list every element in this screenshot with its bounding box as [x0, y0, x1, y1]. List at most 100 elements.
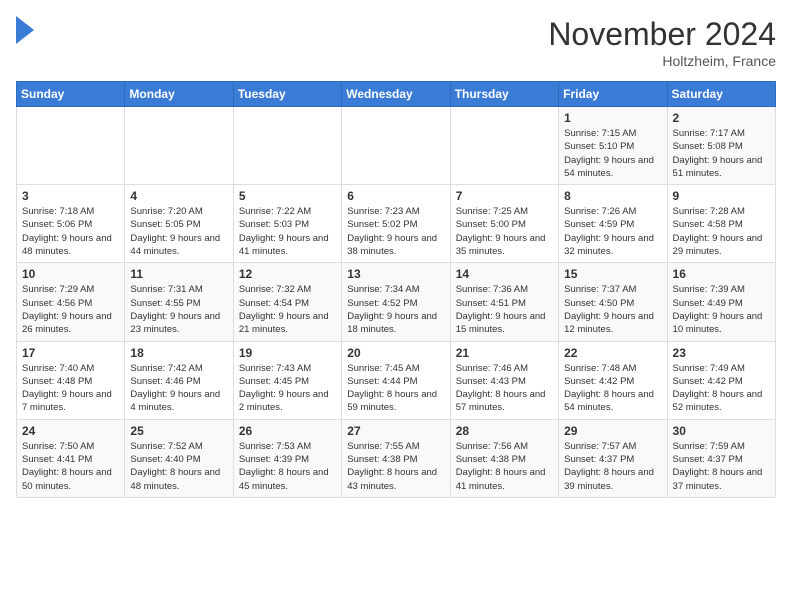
calendar-cell: 21 Sunrise: 7:46 AM Sunset: 4:43 PM Dayli…: [450, 341, 558, 419]
day-number: 19: [239, 346, 336, 360]
calendar-cell: 14Sunrise: 7:36 AM Sunset: 4:51 PM Dayli…: [450, 263, 558, 341]
calendar-cell: 23Sunrise: 7:49 AM Sunset: 4:42 PM Dayli…: [667, 341, 775, 419]
calendar-cell: 29 Sunrise: 7:57 AM Sunset: 4:37 PM Dayli…: [559, 419, 667, 497]
calendar-cell: [450, 107, 558, 185]
day-info: Sunrise: 7:26 AM Sunset: 4:59 PM Dayligh…: [564, 205, 661, 258]
day-info: Sunrise: 7:29 AM Sunset: 4:56 PM Dayligh…: [22, 283, 119, 336]
calendar-table: SundayMondayTuesdayWednesdayThursdayFrid…: [16, 81, 776, 498]
day-number: 14: [456, 267, 553, 281]
day-info: Sunrise: 7:46 AM Sunset: 4:43 PM Dayligh…: [456, 362, 553, 415]
day-info: Sunrise: 7:34 AM Sunset: 4:52 PM Dayligh…: [347, 283, 444, 336]
day-info: Sunrise: 7:37 AM Sunset: 4:50 PM Dayligh…: [564, 283, 661, 336]
day-number: 4: [130, 189, 227, 203]
calendar-cell: 3Sunrise: 7:18 AM Sunset: 5:06 PM Daylig…: [17, 185, 125, 263]
calendar-cell: 4 Sunrise: 7:20 AM Sunset: 5:05 PM Daylig…: [125, 185, 233, 263]
day-info: Sunrise: 7:23 AM Sunset: 5:02 PM Dayligh…: [347, 205, 444, 258]
day-info: Sunrise: 7:39 AM Sunset: 4:49 PM Dayligh…: [673, 283, 770, 336]
calendar-cell: 30Sunrise: 7:59 AM Sunset: 4:37 PM Dayli…: [667, 419, 775, 497]
day-number: 20: [347, 346, 444, 360]
day-number: 7: [456, 189, 553, 203]
day-number: 16: [673, 267, 770, 281]
day-header-saturday: Saturday: [667, 82, 775, 107]
day-number: 10: [22, 267, 119, 281]
day-number: 22: [564, 346, 661, 360]
calendar-cell: 11 Sunrise: 7:31 AM Sunset: 4:55 PM Dayli…: [125, 263, 233, 341]
calendar-week-row: 24 Sunrise: 7:50 AM Sunset: 4:41 PM Dayli…: [17, 419, 776, 497]
calendar-cell: 19 Sunrise: 7:43 AM Sunset: 4:45 PM Dayli…: [233, 341, 341, 419]
day-number: 21: [456, 346, 553, 360]
logo: General Blue: [16, 16, 34, 44]
day-number: 2: [673, 111, 770, 125]
calendar-cell: [17, 107, 125, 185]
day-info: Sunrise: 7:31 AM Sunset: 4:55 PM Dayligh…: [130, 283, 227, 336]
day-info: Sunrise: 7:22 AM Sunset: 5:03 PM Dayligh…: [239, 205, 336, 258]
day-number: 26: [239, 424, 336, 438]
day-header-friday: Friday: [559, 82, 667, 107]
calendar-cell: [125, 107, 233, 185]
day-number: 11: [130, 267, 227, 281]
day-number: 27: [347, 424, 444, 438]
day-number: 12: [239, 267, 336, 281]
day-info: Sunrise: 7:43 AM Sunset: 4:45 PM Dayligh…: [239, 362, 336, 415]
calendar-cell: 22 Sunrise: 7:48 AM Sunset: 4:42 PM Dayli…: [559, 341, 667, 419]
calendar-cell: 8 Sunrise: 7:26 AM Sunset: 4:59 PM Daylig…: [559, 185, 667, 263]
day-number: 15: [564, 267, 661, 281]
day-number: 28: [456, 424, 553, 438]
day-number: 30: [673, 424, 770, 438]
day-number: 25: [130, 424, 227, 438]
day-number: 5: [239, 189, 336, 203]
page-header: General Blue November 2024 Holtzheim, Fr…: [16, 16, 776, 69]
day-number: 24: [22, 424, 119, 438]
day-info: Sunrise: 7:45 AM Sunset: 4:44 PM Dayligh…: [347, 362, 444, 415]
day-info: Sunrise: 7:57 AM Sunset: 4:37 PM Dayligh…: [564, 440, 661, 493]
day-header-thursday: Thursday: [450, 82, 558, 107]
day-info: Sunrise: 7:52 AM Sunset: 4:40 PM Dayligh…: [130, 440, 227, 493]
day-header-wednesday: Wednesday: [342, 82, 450, 107]
day-info: Sunrise: 7:53 AM Sunset: 4:39 PM Dayligh…: [239, 440, 336, 493]
day-number: 6: [347, 189, 444, 203]
calendar-cell: 16 Sunrise: 7:39 AM Sunset: 4:49 PM Dayli…: [667, 263, 775, 341]
calendar-cell: 17Sunrise: 7:40 AM Sunset: 4:48 PM Dayli…: [17, 341, 125, 419]
day-header-tuesday: Tuesday: [233, 82, 341, 107]
day-info: Sunrise: 7:20 AM Sunset: 5:05 PM Dayligh…: [130, 205, 227, 258]
calendar-cell: 12 Sunrise: 7:32 AM Sunset: 4:54 PM Dayli…: [233, 263, 341, 341]
calendar-cell: 2 Sunrise: 7:17 AM Sunset: 5:08 PM Daylig…: [667, 107, 775, 185]
calendar-week-row: 17Sunrise: 7:40 AM Sunset: 4:48 PM Dayli…: [17, 341, 776, 419]
day-number: 29: [564, 424, 661, 438]
calendar-cell: 28Sunrise: 7:56 AM Sunset: 4:38 PM Dayli…: [450, 419, 558, 497]
day-info: Sunrise: 7:40 AM Sunset: 4:48 PM Dayligh…: [22, 362, 119, 415]
calendar-week-row: 3Sunrise: 7:18 AM Sunset: 5:06 PM Daylig…: [17, 185, 776, 263]
day-header-sunday: Sunday: [17, 82, 125, 107]
calendar-cell: 6 Sunrise: 7:23 AM Sunset: 5:02 PM Daylig…: [342, 185, 450, 263]
calendar-cell: 27 Sunrise: 7:55 AM Sunset: 4:38 PM Dayli…: [342, 419, 450, 497]
calendar-cell: 10 Sunrise: 7:29 AM Sunset: 4:56 PM Dayli…: [17, 263, 125, 341]
day-number: 18: [130, 346, 227, 360]
calendar-cell: 1 Sunrise: 7:15 AM Sunset: 5:10 PM Daylig…: [559, 107, 667, 185]
day-info: Sunrise: 7:15 AM Sunset: 5:10 PM Dayligh…: [564, 127, 661, 180]
day-header-monday: Monday: [125, 82, 233, 107]
day-info: Sunrise: 7:17 AM Sunset: 5:08 PM Dayligh…: [673, 127, 770, 180]
calendar-cell: 26 Sunrise: 7:53 AM Sunset: 4:39 PM Dayli…: [233, 419, 341, 497]
calendar-week-row: 10 Sunrise: 7:29 AM Sunset: 4:56 PM Dayli…: [17, 263, 776, 341]
calendar-cell: 24 Sunrise: 7:50 AM Sunset: 4:41 PM Dayli…: [17, 419, 125, 497]
calendar-cell: 25 Sunrise: 7:52 AM Sunset: 4:40 PM Dayli…: [125, 419, 233, 497]
day-number: 1: [564, 111, 661, 125]
day-info: Sunrise: 7:49 AM Sunset: 4:42 PM Dayligh…: [673, 362, 770, 415]
title-block: November 2024 Holtzheim, France: [548, 16, 776, 69]
day-number: 13: [347, 267, 444, 281]
day-info: Sunrise: 7:50 AM Sunset: 4:41 PM Dayligh…: [22, 440, 119, 493]
calendar-cell: 18Sunrise: 7:42 AM Sunset: 4:46 PM Dayli…: [125, 341, 233, 419]
day-info: Sunrise: 7:55 AM Sunset: 4:38 PM Dayligh…: [347, 440, 444, 493]
month-title: November 2024: [548, 16, 776, 53]
calendar-cell: [342, 107, 450, 185]
calendar-week-row: 1 Sunrise: 7:15 AM Sunset: 5:10 PM Daylig…: [17, 107, 776, 185]
calendar-cell: 5 Sunrise: 7:22 AM Sunset: 5:03 PM Daylig…: [233, 185, 341, 263]
day-number: 8: [564, 189, 661, 203]
day-info: Sunrise: 7:48 AM Sunset: 4:42 PM Dayligh…: [564, 362, 661, 415]
day-info: Sunrise: 7:32 AM Sunset: 4:54 PM Dayligh…: [239, 283, 336, 336]
calendar-cell: 7 Sunrise: 7:25 AM Sunset: 5:00 PM Daylig…: [450, 185, 558, 263]
calendar-header-row: SundayMondayTuesdayWednesdayThursdayFrid…: [17, 82, 776, 107]
calendar-cell: 20 Sunrise: 7:45 AM Sunset: 4:44 PM Dayli…: [342, 341, 450, 419]
day-number: 3: [22, 189, 119, 203]
day-info: Sunrise: 7:25 AM Sunset: 5:00 PM Dayligh…: [456, 205, 553, 258]
